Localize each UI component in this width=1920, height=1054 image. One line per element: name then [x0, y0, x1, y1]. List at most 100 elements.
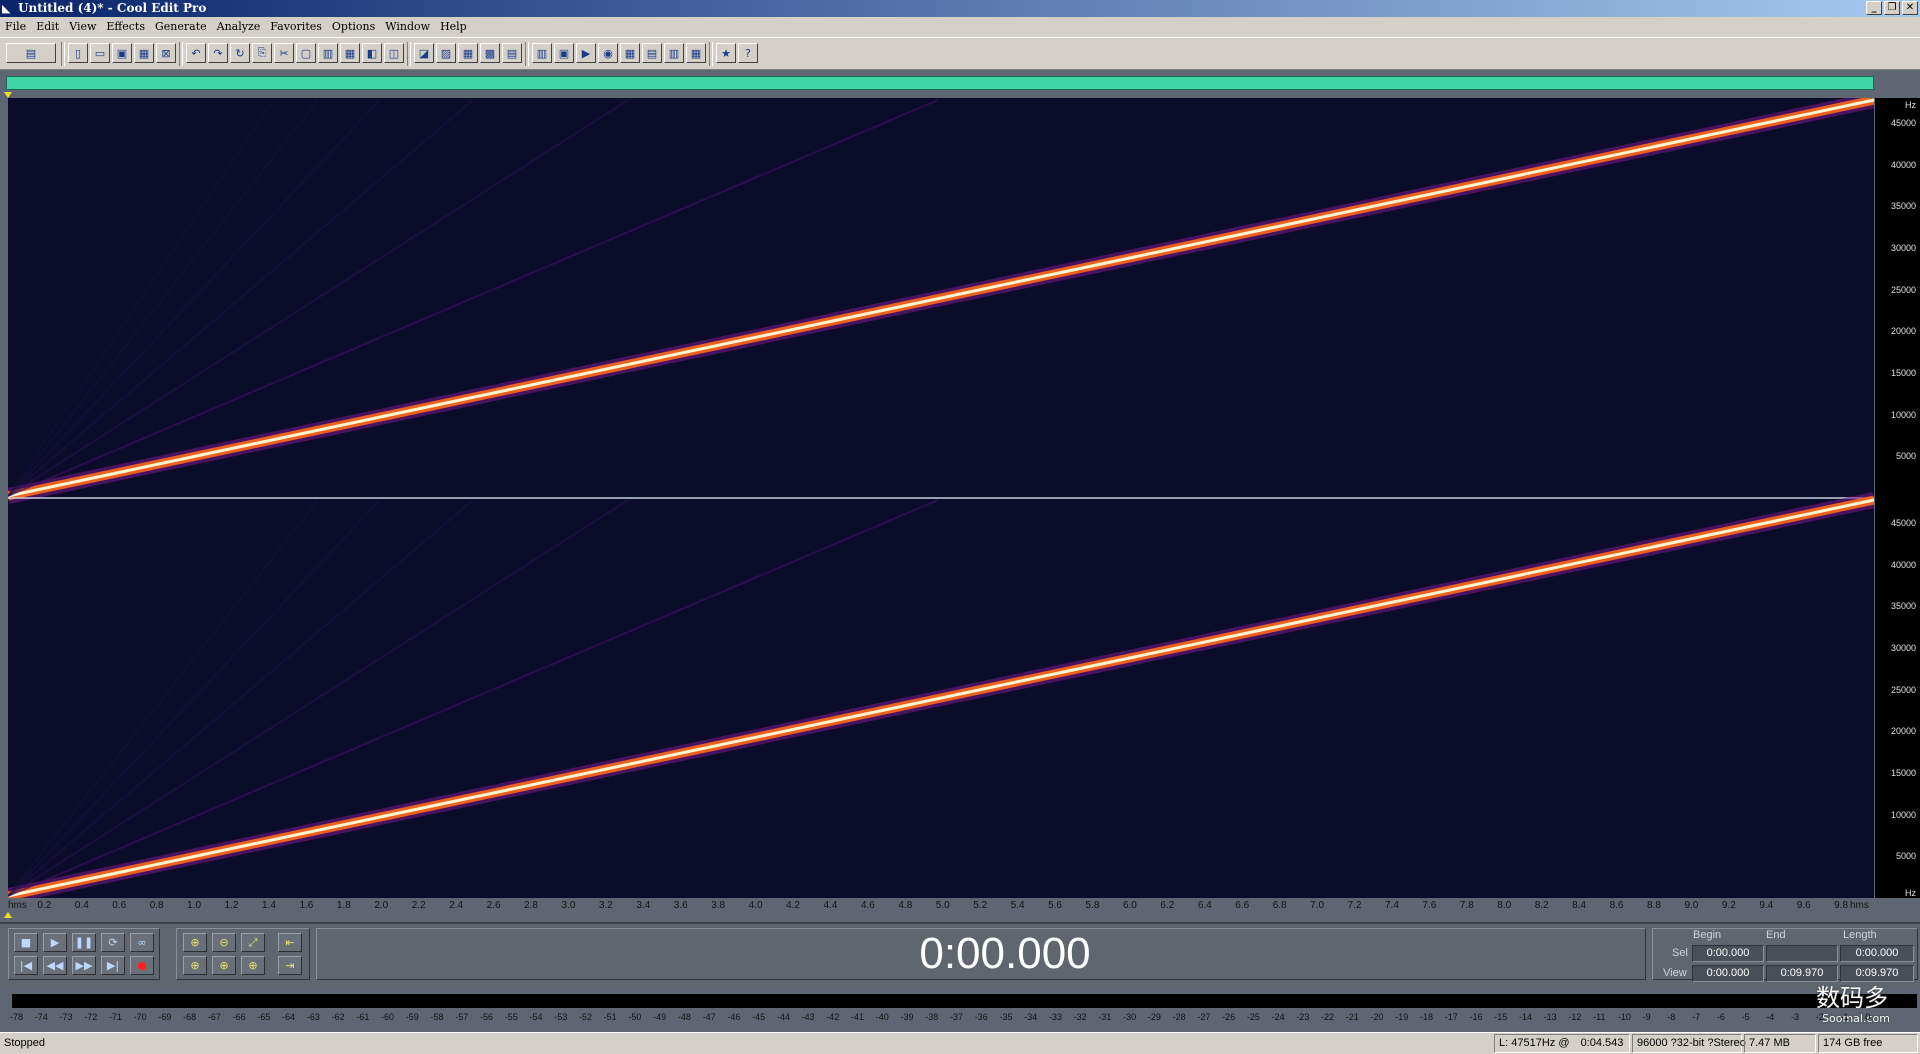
close-icon[interactable]: ⊠ [156, 43, 176, 63]
sel-end-field[interactable] [1766, 945, 1838, 962]
fast-forward-button[interactable]: ▶▶ [72, 956, 96, 975]
stop-button[interactable]: ■ [14, 933, 38, 952]
cut-icon[interactable]: ✂ [274, 43, 294, 63]
db-tick-label: -22 [1321, 1012, 1335, 1022]
waveform-view-icon[interactable]: ▨ [436, 43, 456, 63]
end-header: End [1766, 929, 1786, 941]
db-tick-label: -54 [529, 1012, 543, 1022]
scientific-filter-icon[interactable]: ◉ [598, 43, 618, 63]
settings-icon[interactable]: ▦ [686, 43, 706, 63]
open-file-icon[interactable]: ▭ [90, 43, 110, 63]
overview-bar[interactable] [6, 76, 1874, 90]
save-icon[interactable]: ▣ [112, 43, 132, 63]
toolbar-separator [61, 42, 65, 66]
time-format-icon[interactable]: ▣ [554, 43, 574, 63]
menu-generate[interactable]: Generate [150, 17, 212, 37]
pause-button[interactable]: ❚❚ [72, 933, 96, 952]
menu-options[interactable]: Options [327, 17, 380, 37]
new-file-icon[interactable]: ▯ [68, 43, 88, 63]
app-icon[interactable]: ◣ [2, 2, 15, 15]
zoom-in-vertical-button[interactable]: ⊕ [183, 956, 207, 975]
menu-help[interactable]: Help [435, 17, 472, 37]
zoom-left-button[interactable]: ⇤ [278, 933, 302, 952]
view-begin-field[interactable]: 0:00.000 [1692, 965, 1764, 982]
status-cursor: L: 47517Hz @ 0:04.543 [1494, 1034, 1630, 1053]
favorites-icon[interactable]: ★ [716, 43, 736, 63]
menu-favorites[interactable]: Favorites [265, 17, 327, 37]
cd-tracks-icon[interactable]: ▥ [664, 43, 684, 63]
spectrogram-view[interactable] [8, 98, 1874, 898]
time-unit-label: hms [8, 900, 27, 911]
time-tick-label: 6.6 [1235, 900, 1250, 911]
sel-length-field[interactable]: 0:00.000 [1840, 945, 1914, 962]
zoom-right-button[interactable]: ⇥ [278, 956, 302, 975]
time-tick-label: 7.8 [1459, 900, 1474, 911]
paste-new-icon[interactable]: ▥ [318, 43, 338, 63]
rewind-button[interactable]: ◀◀ [43, 956, 67, 975]
db-tick-label: -20 [1370, 1012, 1384, 1022]
zoom-out-vertical-button[interactable]: ⊕ [212, 956, 236, 975]
zoom-selection-button[interactable]: ⊕ [241, 956, 265, 975]
undo-icon[interactable]: ↶ [186, 43, 206, 63]
db-tick-label: -56 [480, 1012, 494, 1022]
loop-button[interactable]: ∞ [130, 933, 154, 952]
mute-icon[interactable]: ◫ [384, 43, 404, 63]
loop-icon[interactable]: ▩ [480, 43, 500, 63]
end-marker-icon[interactable] [4, 912, 12, 918]
db-tick-label: -62 [331, 1012, 345, 1022]
db-tick-label: -64 [282, 1012, 296, 1022]
play-to-end-button[interactable]: ⟳ [101, 933, 125, 952]
record-button[interactable]: ● [130, 956, 154, 975]
time-tick-label: 9.4 [1759, 900, 1774, 911]
close-button[interactable]: ✕ [1902, 1, 1918, 15]
show-cues-icon[interactable]: ▤ [502, 43, 522, 63]
sample-format-icon[interactable]: ▥ [532, 43, 552, 63]
zoom-out-button[interactable]: ⊖ [212, 933, 236, 952]
sel-label: Sel [1672, 947, 1688, 959]
go-to-end-button[interactable]: ▶| [101, 956, 125, 975]
trim-icon[interactable]: ◧ [362, 43, 382, 63]
play-button[interactable]: ▶ [43, 933, 67, 952]
menu-view[interactable]: View [64, 17, 101, 37]
save-all-icon[interactable]: ▦ [134, 43, 154, 63]
db-tick-label: -72 [84, 1012, 98, 1022]
minimize-button[interactable]: _ [1866, 1, 1882, 15]
frequency-analysis-icon[interactable]: ▦ [620, 43, 640, 63]
time-ruler[interactable]: 0.2 0.4 0.6 0.8 1.0 1.2 1.4 1.6 1.8 2.0 2.2 2.4 2.6 2… [0, 898, 1875, 914]
multitrack-toggle-icon[interactable]: ▤ [6, 43, 56, 63]
time-tick-label: 6.0 [1122, 900, 1137, 911]
info-icon[interactable]: ▤ [642, 43, 662, 63]
db-tick-label: -4 [1766, 1012, 1775, 1022]
play-list-icon[interactable]: ▶ [576, 43, 596, 63]
sel-begin-field[interactable]: 0:00.000 [1692, 945, 1764, 962]
hz-tick-label: 5000 [1895, 451, 1916, 462]
menu-edit[interactable]: Edit [31, 17, 64, 37]
db-tick-label: -46 [727, 1012, 741, 1022]
spectral-view-icon[interactable]: ◪ [414, 43, 434, 63]
time-tick-label: 2.8 [524, 900, 538, 911]
go-to-start-button[interactable]: |◀ [14, 956, 38, 975]
db-tick-label: -51 [603, 1012, 617, 1022]
menu-window[interactable]: Window [380, 17, 435, 37]
menu-effects[interactable]: Effects [101, 17, 150, 37]
zoom-in-button[interactable]: ⊕ [183, 933, 207, 952]
window-title: Untitled (4)* - Cool Edit Pro [18, 1, 207, 15]
db-tick-label: -39 [900, 1012, 914, 1022]
paste-icon[interactable]: ▢ [296, 43, 316, 63]
repeat-last-icon[interactable]: ↻ [230, 43, 250, 63]
help-icon[interactable]: ? [738, 43, 758, 63]
db-tick-label: -45 [752, 1012, 766, 1022]
grid-icon[interactable]: ▦ [458, 43, 478, 63]
view-end-field[interactable]: 0:09.970 [1766, 965, 1838, 982]
maximize-button[interactable]: ❐ [1884, 1, 1900, 15]
copy-icon[interactable]: ⎘ [252, 43, 272, 63]
menu-file[interactable]: File [0, 17, 31, 37]
view-length-field[interactable]: 0:09.970 [1840, 965, 1914, 982]
level-meter [12, 994, 1917, 1008]
mix-paste-icon[interactable]: ▦ [340, 43, 360, 63]
db-tick-label: -42 [826, 1012, 840, 1022]
time-tick-label: 1.0 [187, 900, 202, 911]
redo-icon[interactable]: ↷ [208, 43, 228, 63]
menu-analyze[interactable]: Analyze [212, 17, 266, 37]
zoom-full-button[interactable]: ⤢ [241, 933, 265, 952]
